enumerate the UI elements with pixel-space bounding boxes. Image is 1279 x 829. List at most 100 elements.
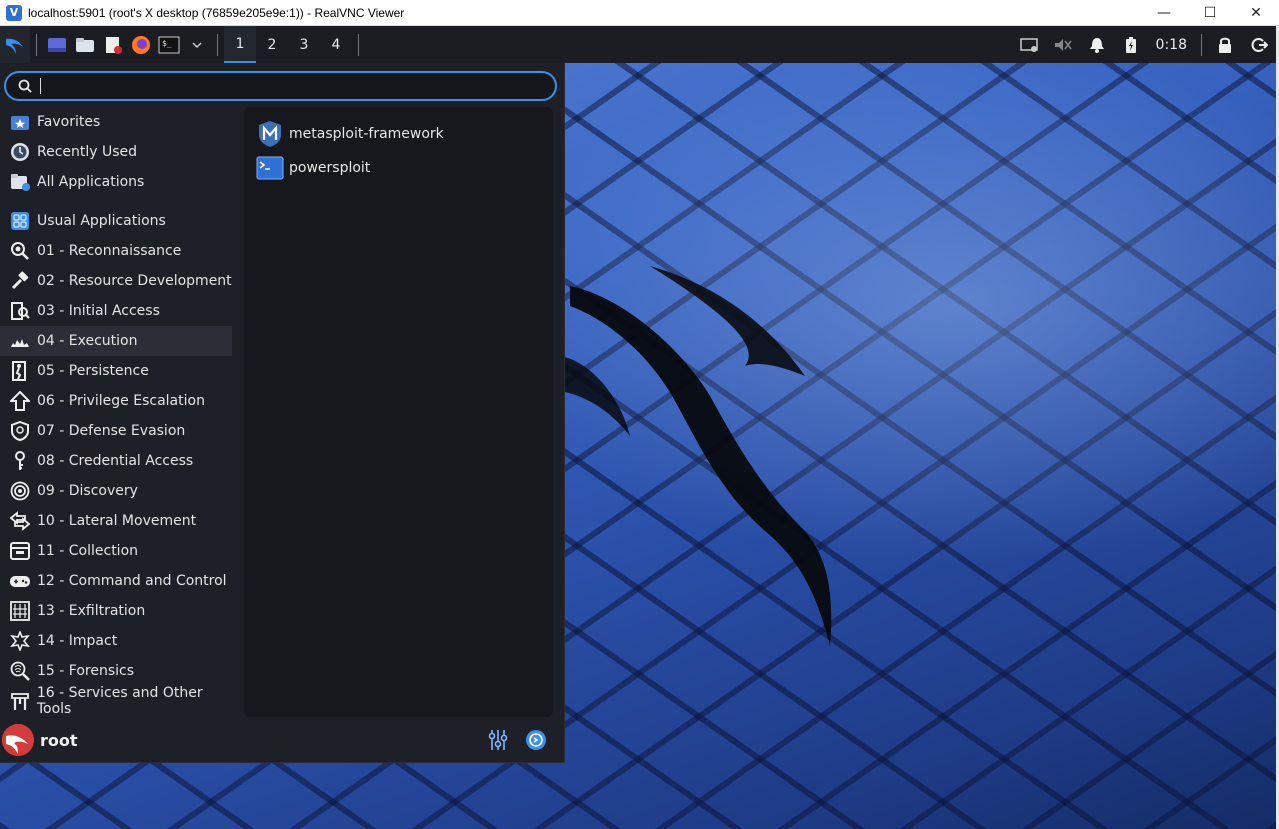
category-reconnaissance[interactable]: 01 - Reconnaissance xyxy=(0,236,240,266)
power-icon[interactable] xyxy=(521,725,551,755)
search-field[interactable] xyxy=(4,71,557,101)
defense-evasion-icon xyxy=(9,420,31,442)
reconnaissance-icon xyxy=(9,240,31,262)
privilege-escalation-icon xyxy=(9,390,31,412)
category-label: 06 - Privilege Escalation xyxy=(37,393,205,409)
panel-separator xyxy=(1201,33,1202,56)
category-gap xyxy=(0,197,240,206)
workspace-1[interactable]: 1 xyxy=(224,26,256,63)
category-label: 05 - Persistence xyxy=(37,363,149,379)
app-metasploit-framework[interactable]: metasploit-framework xyxy=(244,117,553,151)
kali-menu-button[interactable] xyxy=(0,26,30,63)
chevron-down-icon[interactable] xyxy=(183,26,211,63)
collection-icon xyxy=(9,540,31,562)
minimize-button[interactable]: — xyxy=(1141,0,1187,26)
bell-icon[interactable] xyxy=(1080,26,1114,63)
maximize-button[interactable]: ☐ xyxy=(1187,0,1233,26)
window-title: localhost:5901 (root's X desktop (76859e… xyxy=(28,5,405,20)
settings-icon[interactable] xyxy=(483,725,513,755)
workspace-4[interactable]: 4 xyxy=(320,26,352,63)
svg-text:$_: $_ xyxy=(162,39,172,48)
text-editor-icon[interactable] xyxy=(99,26,127,63)
avatar xyxy=(2,724,34,756)
initial-access-icon xyxy=(9,300,31,322)
category-persistence[interactable]: 05 - Persistence xyxy=(0,356,240,386)
category-credential-access[interactable]: 08 - Credential Access xyxy=(0,446,240,476)
vnc-icon: V xyxy=(6,4,22,21)
category-resource-development[interactable]: 02 - Resource Development xyxy=(0,266,240,296)
category-list: Favorites Recently Used All Applications… xyxy=(0,107,240,717)
category-label: 09 - Discovery xyxy=(37,483,138,499)
recently-used-icon xyxy=(9,141,31,163)
search-caret xyxy=(40,78,41,94)
panel-separator xyxy=(36,33,37,56)
category-label: 04 - Execution xyxy=(37,333,138,349)
discovery-icon xyxy=(9,480,31,502)
system-tray: 0:18 xyxy=(1012,26,1276,63)
category-usual-applications[interactable]: Usual Applications xyxy=(0,206,240,236)
app-label: metasploit-framework xyxy=(289,126,444,142)
close-button[interactable]: ✕ xyxy=(1233,0,1279,26)
workspace-2[interactable]: 2 xyxy=(256,26,288,63)
execution-icon xyxy=(9,330,31,352)
panel-clock[interactable]: 0:18 xyxy=(1148,37,1195,53)
category-label: 10 - Lateral Movement xyxy=(37,513,197,529)
forensics-icon xyxy=(9,660,31,682)
username: root xyxy=(40,730,78,750)
category-impact[interactable]: 14 - Impact xyxy=(0,626,240,656)
desktop-icon[interactable] xyxy=(43,26,71,63)
category-exfiltration[interactable]: 13 - Exfiltration xyxy=(0,596,240,626)
category-label: 13 - Exfiltration xyxy=(37,603,146,619)
category-command-control[interactable]: 12 - Command and Control xyxy=(0,566,240,596)
category-label: 12 - Command and Control xyxy=(37,573,227,589)
terminal-icon xyxy=(256,154,284,182)
kali-logo-icon xyxy=(6,38,23,54)
volume-muted-icon[interactable] xyxy=(1046,26,1080,63)
category-collection[interactable]: 11 - Collection xyxy=(0,536,240,566)
lateral-movement-icon xyxy=(9,510,31,532)
category-recently-used[interactable]: Recently Used xyxy=(0,137,240,167)
category-initial-access[interactable]: 03 - Initial Access xyxy=(0,296,240,326)
category-label: Recently Used xyxy=(37,144,138,160)
category-label: 16 - Services and Other Tools xyxy=(36,685,203,717)
metasploit-icon xyxy=(256,120,284,148)
category-label: 07 - Defense Evasion xyxy=(37,423,186,439)
kali-dragon-icon xyxy=(560,266,832,646)
credential-access-icon xyxy=(9,450,31,472)
application-list: metasploit-framework powersploit xyxy=(244,107,553,717)
menu-footer: root xyxy=(0,717,565,763)
panel-separator xyxy=(358,33,359,56)
screen-icon[interactable] xyxy=(1012,26,1046,63)
category-label: Usual Applications xyxy=(37,213,166,229)
window-titlebar: V localhost:5901 (root's X desktop (7685… xyxy=(0,0,1279,26)
menu-actions xyxy=(475,725,551,755)
category-favorites[interactable]: Favorites xyxy=(0,107,240,137)
category-label: Favorites xyxy=(37,114,101,130)
persistence-icon xyxy=(9,360,31,382)
battery-icon[interactable] xyxy=(1114,26,1148,63)
firefox-icon[interactable] xyxy=(127,26,155,63)
impact-icon xyxy=(9,630,31,652)
category-defense-evasion[interactable]: 07 - Defense Evasion xyxy=(0,416,240,446)
file-manager-icon[interactable] xyxy=(71,26,99,63)
category-execution[interactable]: 04 - Execution xyxy=(0,326,232,356)
category-lateral-movement[interactable]: 10 - Lateral Movement xyxy=(0,506,240,536)
category-all-applications[interactable]: All Applications xyxy=(0,167,240,197)
all-applications-icon xyxy=(9,171,31,193)
category-services-tools[interactable]: 16 - Services and Other Tools xyxy=(0,685,240,717)
app-powersploit[interactable]: powersploit xyxy=(244,151,553,185)
category-privilege-escalation[interactable]: 06 - Privilege Escalation xyxy=(0,386,240,416)
lock-icon[interactable] xyxy=(1208,26,1242,63)
top-panel: $_ 1 2 3 4 0:18 xyxy=(0,26,1276,63)
resource-development-icon xyxy=(9,270,31,292)
search-icon xyxy=(18,79,32,93)
logout-icon[interactable] xyxy=(1242,26,1276,63)
window-controls: — ☐ ✕ xyxy=(1141,0,1279,26)
category-discovery[interactable]: 09 - Discovery xyxy=(0,476,240,506)
services-tools-icon xyxy=(9,690,31,712)
category-forensics[interactable]: 15 - Forensics xyxy=(0,656,240,686)
category-label: 14 - Impact xyxy=(37,633,118,649)
usual-applications-icon xyxy=(9,210,31,232)
terminal-icon[interactable]: $_ xyxy=(155,26,183,63)
workspace-3[interactable]: 3 xyxy=(288,26,320,63)
